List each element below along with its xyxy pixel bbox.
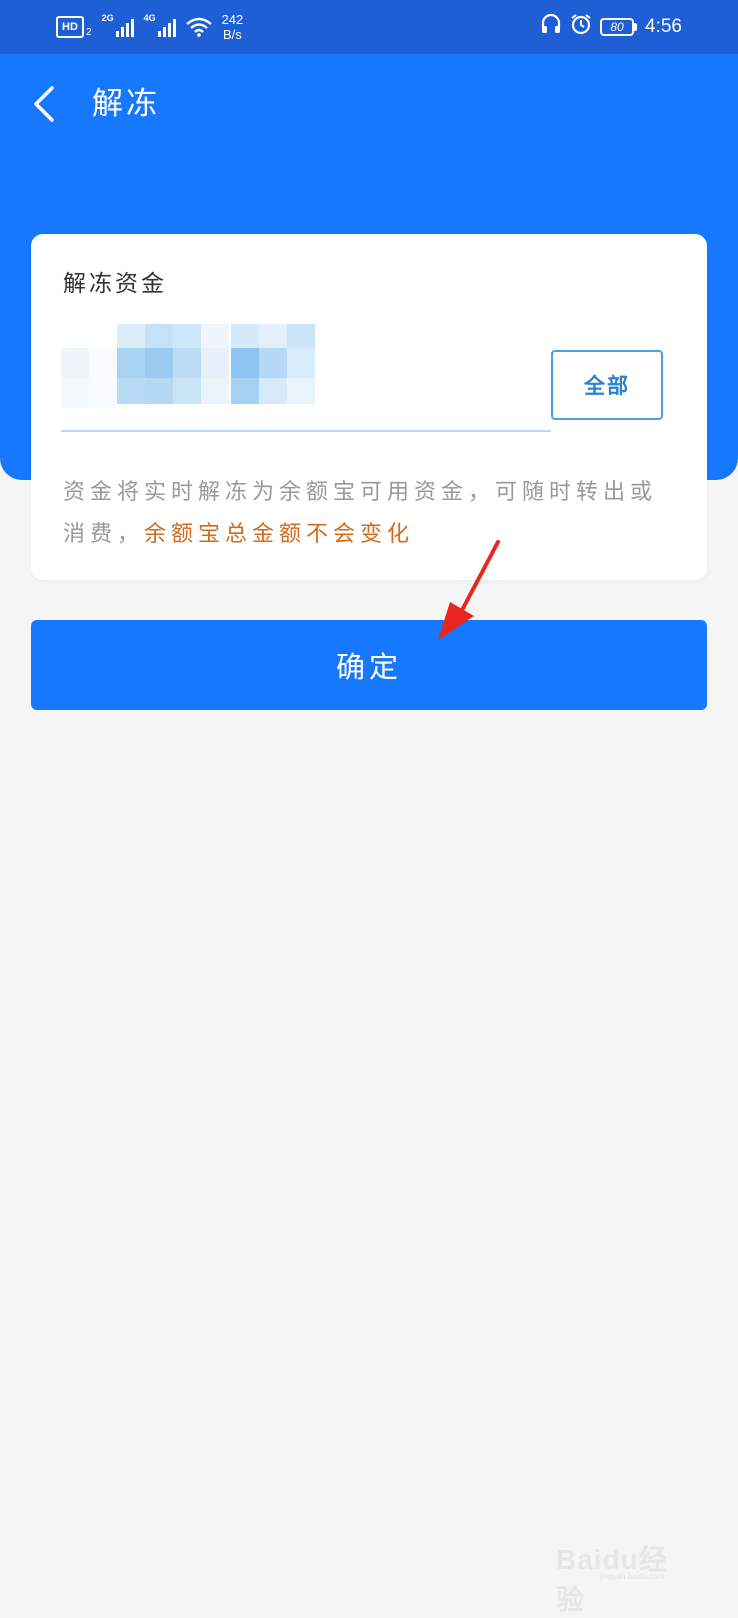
chevron-left-icon — [34, 86, 54, 122]
hd-badge: HD — [56, 16, 84, 38]
hd-indicator: HD 2 — [56, 16, 92, 38]
watermark-url: jingyan.baidu.com — [600, 1572, 665, 1581]
battery-icon: 80 — [600, 18, 638, 36]
status-left-group: HD 2 2G 4G 242 B/s — [56, 10, 243, 44]
page-title: 解冻 — [92, 86, 160, 122]
battery-level: 80 — [600, 18, 635, 36]
network-speed-value: 242 — [221, 12, 244, 27]
unfreeze-note-highlight: 余额宝总金额不会变化 — [144, 522, 415, 547]
unfreeze-amount-label: 解冻资金 — [63, 271, 167, 297]
alarm-icon — [570, 13, 592, 41]
status-bar: HD 2 2G 4G 242 B/s 80 4:56 — [0, 0, 738, 54]
signal-label: 2G — [101, 13, 114, 23]
wifi-icon — [185, 17, 212, 37]
network-speed-unit: B/s — [223, 27, 242, 42]
headset-icon — [540, 13, 562, 41]
network-speed: 242 B/s — [222, 12, 244, 42]
hd-sub: 2 — [86, 26, 92, 38]
confirm-button[interactable]: 确定 — [31, 620, 707, 710]
status-right-group: 80 4:56 — [540, 10, 682, 44]
clock: 4:56 — [645, 16, 682, 37]
unfreeze-note: 资金将实时解冻为余额宝可用资金，可随时转出或消费，余额宝总金额不会变化 — [63, 472, 673, 556]
baidu-watermark: Baidu经验 jingyan.baidu.com — [556, 1536, 696, 1615]
unfreeze-card: 解冻资金 全部 资金将实时解冻为余额宝可用资金，可随时转出或消费，余额宝总金额不… — [31, 234, 707, 580]
signal-icon-2: 4G — [144, 13, 176, 37]
signal-label-2: 4G — [143, 13, 156, 23]
signal-icon: 2G — [102, 13, 134, 37]
back-button[interactable] — [28, 82, 64, 126]
all-amount-button[interactable]: 全部 — [551, 350, 663, 420]
amount-input[interactable] — [61, 318, 551, 432]
pixelated-amount — [61, 318, 321, 418]
